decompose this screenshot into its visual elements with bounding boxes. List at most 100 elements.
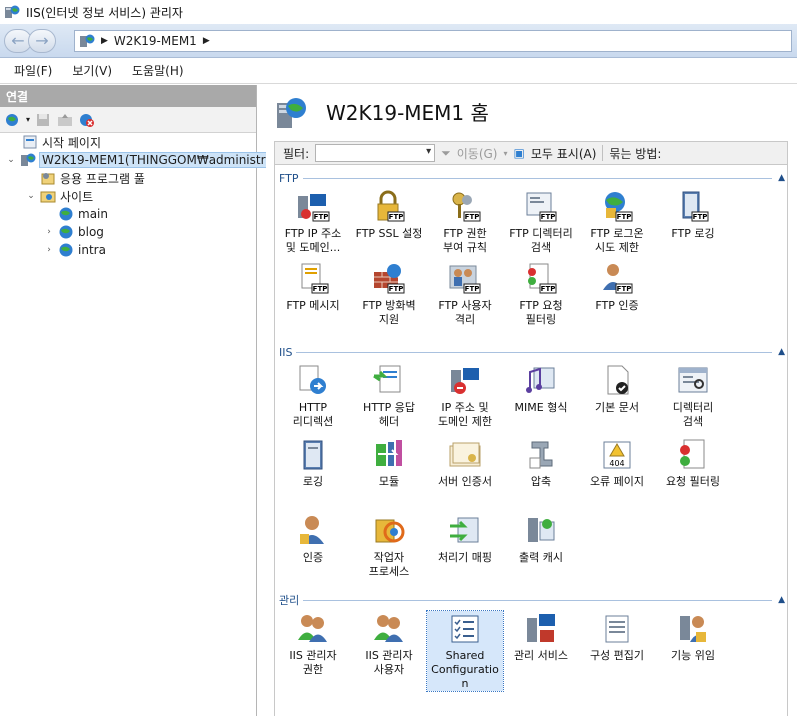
connect-globe-icon[interactable] [4, 111, 22, 129]
address-field[interactable]: ▶ W2K19-MEM1 ▶ [74, 29, 792, 52]
management-service-icon [523, 611, 559, 647]
chevron-down-icon[interactable]: ⌄ [26, 191, 36, 201]
tree-item-app-pools[interactable]: 응용 프로그램 풀 [40, 169, 145, 187]
tree-item-start-page[interactable]: 시작 페이지 [22, 133, 101, 151]
breadcrumb-server[interactable]: W2K19-MEM1 [114, 34, 197, 48]
app-pool-icon [41, 173, 55, 185]
collapse-icon[interactable]: ▲ [772, 595, 785, 605]
keys-icon: FTP [447, 189, 483, 225]
collapse-icon[interactable]: ▲ [772, 347, 785, 357]
menu-help[interactable]: 도움말(H) [132, 62, 184, 79]
feature-iis-manager-permissions[interactable]: IIS 관리자 권한 [275, 611, 351, 677]
chevron-right-icon[interactable]: › [44, 227, 54, 237]
feature-worker-processes[interactable]: 작업자 프로세스 [351, 513, 427, 579]
feature-label: FTP 인증 [595, 299, 639, 312]
tree-item-site-main[interactable]: main [58, 205, 108, 223]
disconnect-icon[interactable] [78, 111, 96, 129]
server-icon [277, 98, 306, 128]
feature-management-service[interactable]: 관리 서비스 [503, 611, 579, 663]
address-bar: ← → ▶ W2K19-MEM1 ▶ [0, 24, 797, 58]
iis-app-icon [5, 5, 20, 18]
feature-output-caching[interactable]: 출력 캐시 [503, 513, 579, 565]
up-folder-icon[interactable] [56, 111, 74, 129]
feature-ftp-messages[interactable]: FTP FTP 메시지 [275, 261, 351, 313]
feature-authentication[interactable]: 인증 [275, 513, 351, 565]
filter-label: 필터: [283, 146, 310, 161]
dropdown-arrow-icon[interactable]: ▾ [26, 115, 30, 124]
feature-label: 압축 [530, 475, 552, 488]
feature-ftp-logging[interactable]: FTP FTP 로깅 [655, 189, 731, 241]
feature-ip-domain-restrictions[interactable]: IP 주소 및 도메인 제한 [427, 363, 503, 429]
group-header-ftp[interactable]: FTP ▲ [279, 171, 785, 185]
tree-item-site-blog[interactable]: › blog [44, 223, 104, 241]
configuration-editor-icon [599, 611, 635, 647]
feature-label: FTP 디렉터리 검색 [509, 227, 573, 254]
feature-ftp-user-isolation[interactable]: FTP FTP 사용자 격리 [427, 261, 503, 327]
tree-item-sites[interactable]: ⌄ 사이트 [26, 187, 93, 205]
tree-item-site-intra[interactable]: › intra [44, 241, 106, 259]
mime-types-icon [523, 363, 559, 399]
feature-iis-manager-users[interactable]: IIS 관리자 사용자 [351, 611, 427, 677]
feature-ftp-authentication[interactable]: FTP FTP 인증 [579, 261, 655, 313]
save-icon[interactable] [34, 111, 52, 129]
feature-label: FTP SSL 설정 [355, 227, 423, 240]
feature-http-response-headers[interactable]: HTTP 응답 헤더 [351, 363, 427, 429]
feature-shared-configuration[interactable]: Shared Configuratio n [426, 610, 504, 692]
tree-label: 시작 페이지 [42, 135, 102, 150]
chevron-right-icon[interactable]: › [44, 245, 54, 255]
feature-configuration-editor[interactable]: 구성 편집기 [579, 611, 655, 663]
feature-compression[interactable]: 압축 [503, 437, 579, 489]
svg-text:FTP: FTP [541, 285, 556, 293]
svg-text:FTP: FTP [465, 213, 480, 221]
feature-http-redirect[interactable]: HTTP 리디렉션 [275, 363, 351, 429]
checklist-icon [447, 611, 483, 647]
menu-view[interactable]: 보기(V) [72, 62, 112, 79]
group-name: FTP [279, 171, 303, 185]
menu-file[interactable]: 파일(F) [14, 62, 52, 79]
group-header-iis[interactable]: IIS ▲ [279, 345, 785, 359]
feature-ftp-firewall[interactable]: FTP FTP 방화벽 지원 [351, 261, 427, 327]
feature-server-certificates[interactable]: 서버 인증서 [427, 437, 503, 489]
feature-handler-mappings[interactable]: 처리기 매핑 [427, 513, 503, 565]
chevron-right-icon[interactable]: ▶ [203, 36, 210, 46]
go-button[interactable]: 이동(G) [457, 145, 498, 162]
feature-label: 기능 위임 [671, 649, 715, 662]
feature-label: FTP 방화벽 지원 [362, 299, 416, 326]
feature-ftp-authorization[interactable]: FTP FTP 권한 부여 규칙 [427, 189, 503, 255]
feature-label: Shared Configuratio n [431, 649, 499, 690]
feature-mime-types[interactable]: MIME 형식 [503, 363, 579, 415]
ftp-ip-restriction-icon: FTP [295, 189, 331, 225]
collapse-icon[interactable]: ▲ [772, 173, 785, 183]
feature-request-filtering[interactable]: 요청 필터링 [655, 437, 731, 489]
tree-item-server[interactable]: ⌄ W2K19-MEM1(THINGGOM₩administra [6, 151, 276, 169]
feature-label: 모듈 [378, 475, 400, 488]
feature-logging[interactable]: 로깅 [275, 437, 351, 489]
feature-default-document[interactable]: 기본 문서 [579, 363, 655, 415]
dropdown-arrow-icon[interactable]: ▾ [503, 149, 507, 158]
svg-text:FTP: FTP [617, 285, 632, 293]
chevron-down-icon[interactable]: ⌄ [6, 155, 16, 165]
group-by-label[interactable]: 묶는 방법: [609, 145, 661, 162]
feature-ftp-directory-browsing[interactable]: FTP FTP 디렉터리 검색 [503, 189, 579, 255]
chevron-right-icon[interactable]: ▶ [101, 36, 108, 46]
users-icon [371, 611, 407, 647]
feature-label: FTP 메시지 [286, 299, 340, 312]
svg-text:FTP: FTP [541, 213, 556, 221]
feature-ftp-request-filtering[interactable]: FTP FTP 요청 필터링 [503, 261, 579, 327]
feature-ftp-ssl[interactable]: FTP FTP SSL 설정 [351, 189, 427, 241]
user-lock-icon [295, 513, 331, 549]
group-header-management[interactable]: 관리 ▲ [279, 592, 785, 608]
feature-ftp-ip-domain[interactable]: FTP FTP IP 주소 및 도메인... [275, 189, 351, 255]
worker-process-icon [371, 513, 407, 549]
feature-modules[interactable]: 모듈 [351, 437, 427, 489]
connections-pane: 연결 ▾ 시작 페이지 ⌄ W2K19-MEM1(THINGGOM₩admini… [0, 85, 276, 716]
show-all-button[interactable]: 모두 표시(A) [531, 145, 597, 162]
feature-directory-browsing[interactable]: 디렉터리 검색 [655, 363, 731, 429]
group-divider [296, 351, 773, 353]
feature-error-pages[interactable]: 404 오류 페이지 [579, 437, 655, 489]
feature-ftp-logon-attempt[interactable]: FTP FTP 로그온 시도 제한 [579, 189, 655, 255]
filter-input[interactable] [315, 144, 436, 162]
forward-button[interactable]: → [28, 28, 56, 53]
feature-delegation[interactable]: 기능 위임 [655, 611, 731, 663]
funnel-icon[interactable]: ⏷ [441, 146, 451, 161]
